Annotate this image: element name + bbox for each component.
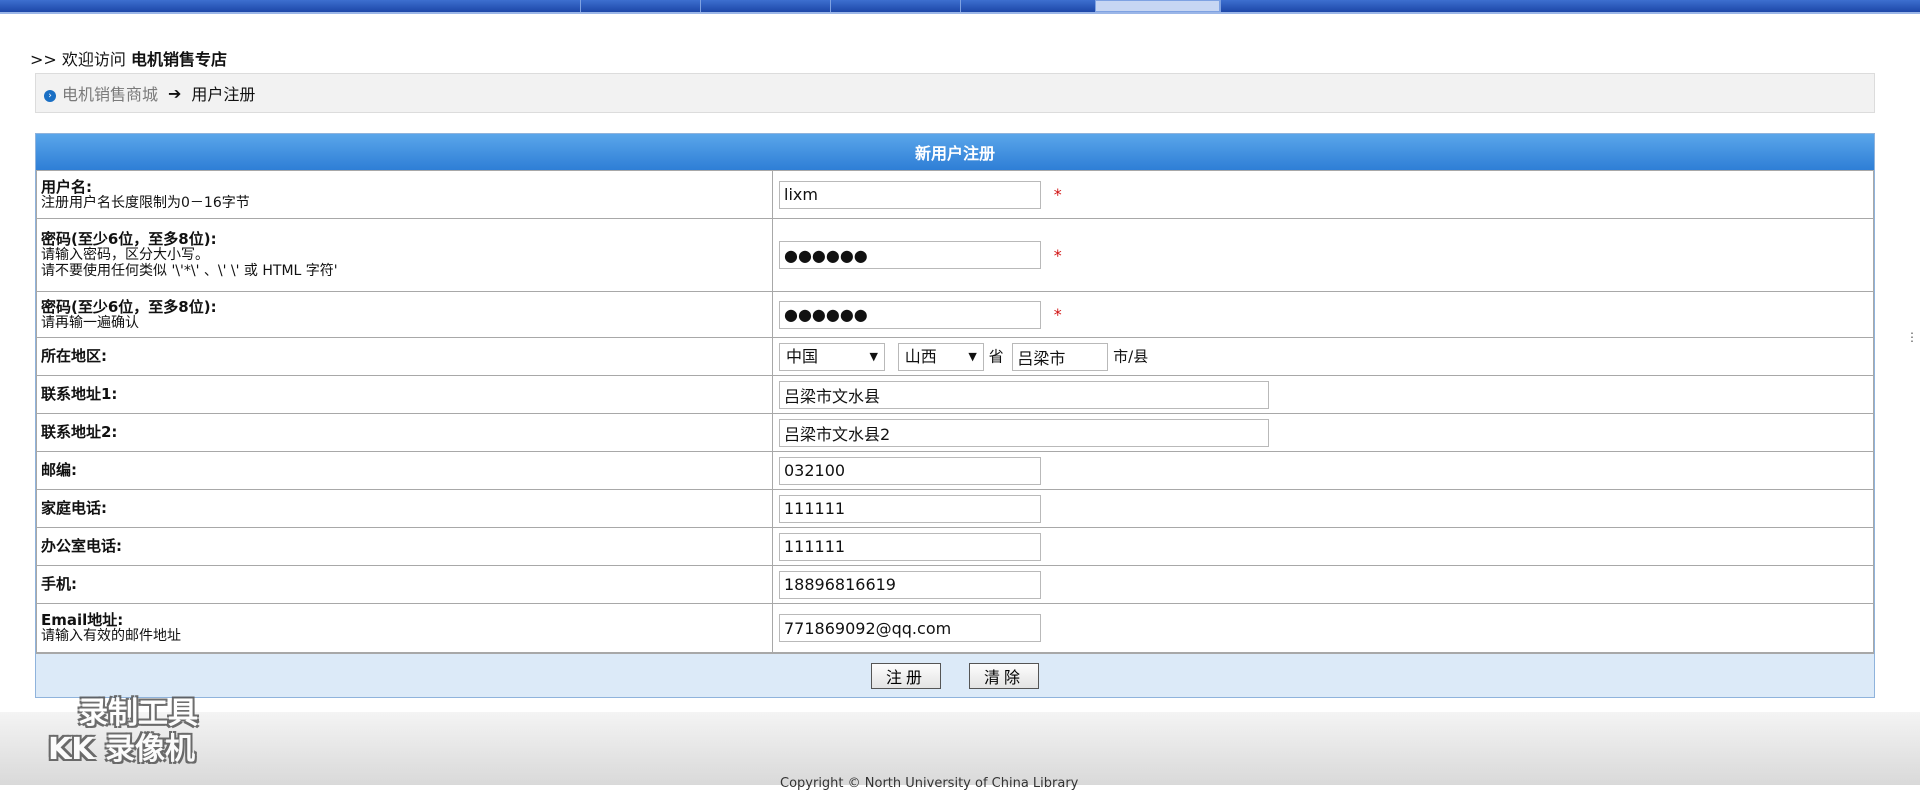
register-button[interactable]: 注册 (870, 662, 941, 689)
region-label: 所在地区: (41, 347, 107, 365)
mobile-label: 手机: (41, 575, 77, 593)
registration-form: 新用户注册 用户名: 注册用户名长度限制为0－16字节 * 密码(至少6位，至多… (35, 133, 1875, 698)
country-value: 中国 (786, 346, 819, 366)
top-tab[interactable] (1220, 0, 1350, 12)
breadcrumb: › 电机销售商城 ➔ 用户注册 (35, 73, 1875, 113)
username-hint: 注册用户名长度限制为0－16字节 (41, 194, 250, 211)
office-phone-label: 办公室电话: (41, 537, 122, 555)
password-hint-1: 请输入密码，区分大小写。 (41, 247, 209, 263)
address1-input[interactable] (779, 380, 1269, 409)
city-suffix: 市/县 (1113, 347, 1149, 365)
form-row-region: 所在地区: 中国 ▼ 山西 ▼ 省 市/县 (36, 337, 1874, 376)
top-tab-active[interactable] (1095, 0, 1220, 12)
password-input[interactable] (779, 241, 1041, 269)
form-row-mobile: 手机: (36, 565, 1874, 604)
browser-top-bar (0, 0, 1920, 14)
welcome-line: >> 欢迎访问 电机销售专店 (30, 46, 227, 70)
password-confirm-input[interactable] (779, 300, 1041, 329)
address2-label: 联系地址2: (41, 423, 118, 441)
province-suffix: 省 (988, 347, 1004, 365)
email-hint: 请输入有效的邮件地址 (41, 628, 181, 644)
password-confirm-hint: 请再输一遍确认 (41, 314, 139, 331)
required-mark: * (1053, 245, 1062, 265)
username-label: 用户名: (41, 177, 92, 196)
required-mark: * (1053, 185, 1062, 204)
email-label: Email地址: (41, 611, 124, 629)
office-phone-input[interactable] (779, 532, 1041, 561)
recorder-watermark: 录制工具 KK 录像机 (48, 696, 198, 768)
welcome-prefix: >> 欢迎访问 (30, 50, 131, 69)
top-tab[interactable] (700, 0, 830, 12)
watermark-line-2: KK 录像机 (48, 732, 195, 767)
address2-input[interactable] (779, 418, 1269, 447)
mobile-input[interactable] (779, 570, 1041, 599)
arrow-right-icon: ➔ (168, 83, 182, 103)
clear-button[interactable]: 清除 (969, 662, 1040, 689)
email-input[interactable] (779, 614, 1041, 642)
shop-name: 电机销售专店 (131, 50, 228, 69)
watermark-line-1: 录制工具 (78, 696, 198, 731)
form-row-password-confirm: 密码(至少6位，至多8位): 请再输一遍确认 * (36, 291, 1874, 338)
province-value: 山西 (904, 346, 937, 366)
form-row-email: Email地址: 请输入有效的邮件地址 (36, 603, 1874, 653)
top-tab[interactable] (960, 0, 1090, 12)
form-row-office-phone: 办公室电话: (36, 527, 1874, 566)
form-row-address2: 联系地址2: (36, 413, 1874, 452)
form-row-home-phone: 家庭电话: (36, 489, 1874, 528)
form-row-address1: 联系地址1: (36, 375, 1874, 414)
footer-band (0, 712, 1920, 785)
password-label: 密码(至少6位，至多8位): (41, 230, 217, 248)
country-select[interactable]: 中国 ▼ (779, 342, 885, 371)
form-row-username: 用户名: 注册用户名长度限制为0－16字节 * (36, 170, 1874, 219)
breadcrumb-current: 用户注册 (191, 85, 256, 104)
form-actions: 注册 清除 (36, 653, 1874, 697)
form-row-zipcode: 邮编: (36, 451, 1874, 490)
form-row-password: 密码(至少6位，至多8位): 请输入密码，区分大小写。 请不要使用任何类似 '\… (36, 218, 1874, 292)
dropdown-arrow-icon: ▼ (968, 349, 977, 363)
bullet-icon: › (44, 89, 56, 102)
form-title: 新用户注册 (36, 134, 1874, 170)
required-mark: * (1053, 305, 1062, 324)
zipcode-input[interactable] (779, 456, 1041, 485)
city-input[interactable] (1012, 342, 1109, 371)
top-tab[interactable] (830, 0, 960, 12)
dropdown-arrow-icon: ▼ (869, 349, 878, 363)
scrollbar-handle-icon[interactable]: ⋮ (1906, 330, 1918, 344)
home-phone-input[interactable] (779, 494, 1041, 523)
copyright-text: Copyright © North University of China Li… (780, 776, 1079, 791)
address1-label: 联系地址1: (41, 385, 118, 403)
top-tab[interactable] (580, 0, 700, 12)
password-confirm-label: 密码(至少6位，至多8位): (41, 297, 217, 316)
home-phone-label: 家庭电话: (41, 499, 107, 517)
province-select[interactable]: 山西 ▼ (897, 342, 984, 371)
registration-table: 用户名: 注册用户名长度限制为0－16字节 * 密码(至少6位，至多8位): 请… (36, 170, 1874, 653)
zipcode-label: 邮编: (41, 461, 77, 479)
username-input[interactable] (779, 180, 1041, 209)
breadcrumb-home-link[interactable]: 电机销售商城 (62, 81, 158, 105)
password-hint-2: 请不要使用任何类似 '\'*\' 、\' \' 或 HTML 字符' (41, 263, 338, 279)
